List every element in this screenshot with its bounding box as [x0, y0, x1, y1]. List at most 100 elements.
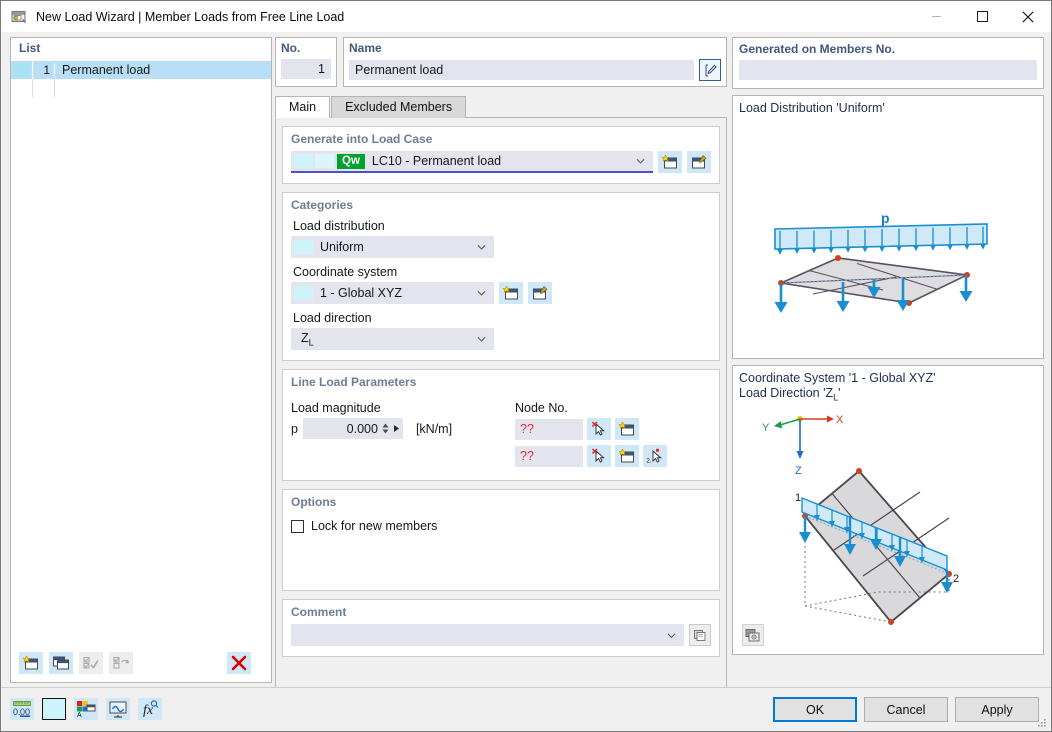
categories-group: Categories Load distribution Uniform Coo… [282, 192, 720, 361]
name-row: Permanent load [349, 59, 721, 81]
load-distribution-value: Uniform [320, 240, 364, 254]
node-label-1: 1 [795, 492, 801, 504]
edit-load-case-button[interactable] [687, 151, 711, 173]
load-distribution-color-swatch [294, 240, 313, 254]
new-coordinate-system-button[interactable] [499, 282, 523, 304]
bottom-bar: 0. 00 A fx OK Cancel Apply [1, 687, 1051, 731]
edit-coordinate-system-button[interactable] [528, 282, 552, 304]
apply-button[interactable]: Apply [955, 697, 1039, 722]
load-magnitude-input[interactable]: 0.000 [302, 418, 403, 439]
close-button[interactable] [1005, 1, 1051, 32]
list-panel: List 1 Permanent load [10, 37, 272, 683]
coordinate-system-diagram: X Y Z 1 2 [762, 414, 959, 625]
number-label: No. [281, 41, 301, 55]
tab-content-main: Generate into Load Case Qw LC10 - Perman… [275, 117, 727, 693]
load-direction-prefix: Load Direction 'Z [739, 386, 834, 400]
name-field-box: Name Permanent load [343, 37, 727, 87]
resize-grip[interactable] [1037, 718, 1047, 728]
line-load-group-title: Line Load Parameters [291, 375, 417, 389]
maximize-button[interactable] [959, 1, 1005, 32]
wizard-window-icon [10, 8, 28, 26]
node-input-1[interactable]: ?? [515, 418, 583, 440]
coordinate-system-label: Coordinate system [293, 265, 398, 279]
spinner-down-icon[interactable] [382, 429, 389, 434]
new-item-button[interactable] [19, 652, 43, 674]
pencil-edit-icon[interactable] [699, 59, 721, 81]
pick-two-points-button[interactable]: 2. [643, 445, 667, 467]
new-node-button[interactable] [615, 445, 639, 467]
formula-button[interactable]: fx [138, 698, 162, 720]
load-magnitude-block: Load magnitude p 0.000 [kN/m] [291, 394, 515, 472]
new-load-case-button[interactable] [658, 151, 682, 173]
color-swatch-button[interactable] [42, 698, 66, 720]
list-item-color-swatch [14, 63, 29, 77]
ok-button[interactable]: OK [773, 697, 857, 722]
select-all-button[interactable] [79, 652, 103, 674]
titlebar-divider [1, 32, 1051, 36]
pick-node-button[interactable] [587, 418, 611, 440]
line-load-parameters-group: Line Load Parameters Load magnitude p 0.… [282, 369, 720, 481]
generated-members-input[interactable] [739, 60, 1037, 80]
spinner-arrows[interactable] [382, 423, 389, 434]
display-properties-button[interactable]: A [74, 698, 98, 720]
tab-excluded-members[interactable]: Excluded Members [331, 96, 467, 118]
tab-main[interactable]: Main [275, 96, 331, 118]
svg-text:00: 00 [20, 707, 30, 717]
coordinate-system-color-swatch [294, 286, 313, 300]
invert-selection-button[interactable] [109, 652, 133, 674]
load-symbol-p: p [881, 210, 890, 226]
load-magnitude-row: p 0.000 [kN/m] [291, 418, 515, 439]
load-distribution-diagram: p [774, 210, 988, 313]
name-input[interactable]: Permanent load [349, 60, 694, 80]
dialog-buttons: OK Cancel Apply [773, 697, 1039, 722]
number-input[interactable]: 1 [281, 59, 331, 79]
load-direction-subscript: L [308, 337, 314, 348]
load-direction-suffix: ' [838, 386, 841, 400]
pick-node-button[interactable] [587, 445, 611, 467]
categories-group-title: Categories [291, 198, 354, 212]
bottom-toolbar: 0. 00 A fx [10, 698, 162, 720]
preview-panel: Generated on Members No. Load Distributi… [732, 37, 1044, 683]
lock-for-new-members-checkbox[interactable] [291, 519, 304, 533]
options-group: Options Lock for new members [282, 489, 720, 591]
list-grid: 1 Permanent load [11, 61, 271, 642]
cancel-button[interactable]: Cancel [864, 697, 948, 722]
svg-text:2.: 2. [647, 459, 652, 465]
list-toolbar [11, 644, 271, 682]
minimize-button[interactable] [913, 1, 959, 32]
snapshot-button[interactable] [742, 624, 764, 646]
render-settings-button[interactable] [106, 698, 130, 720]
load-distribution-preview: Load Distribution 'Uniform' p [732, 95, 1044, 359]
chevron-down-icon [477, 336, 486, 342]
comment-input[interactable] [291, 624, 684, 646]
list-empty-number-cell [33, 79, 55, 97]
copy-item-button[interactable] [49, 652, 73, 674]
list-panel-title: List [19, 41, 41, 55]
list-item-color-cell [11, 61, 33, 79]
options-group-title: Options [291, 495, 337, 509]
load-distribution-preview-title: Load Distribution 'Uniform' [739, 101, 885, 115]
node-input-2[interactable]: ?? [515, 445, 583, 467]
new-node-button[interactable] [615, 418, 639, 440]
number-field-box: No. 1 [275, 37, 337, 87]
load-case-select[interactable]: Qw LC10 - Permanent load [291, 151, 653, 173]
node-number-label: Node No. [515, 401, 568, 415]
spinner-expand-icon[interactable] [393, 424, 400, 433]
decimal-places-button[interactable]: 0. 00 [10, 698, 34, 720]
coordinate-system-row: 1 - Global XYZ [291, 282, 711, 304]
list-item[interactable]: 1 Permanent load [11, 61, 271, 79]
delete-item-button[interactable] [227, 652, 251, 674]
list-empty-color-cell [11, 79, 33, 97]
comment-group-title: Comment [291, 605, 347, 619]
node-label-2: 2 [953, 573, 959, 585]
node-number-block: Node No. ?? ?? 2. [515, 394, 711, 472]
coordinate-system-select[interactable]: 1 - Global XYZ [291, 282, 494, 304]
comment-row [291, 624, 711, 646]
load-direction-select[interactable]: ZL [291, 328, 494, 350]
load-magnitude-symbol: p [291, 421, 298, 436]
load-distribution-select[interactable]: Uniform [291, 236, 494, 258]
lock-for-new-members-row[interactable]: Lock for new members [291, 519, 711, 533]
spinner-up-icon[interactable] [382, 423, 389, 428]
load-direction-value-wrap: ZL [301, 331, 314, 348]
comment-templates-button[interactable] [689, 624, 711, 646]
